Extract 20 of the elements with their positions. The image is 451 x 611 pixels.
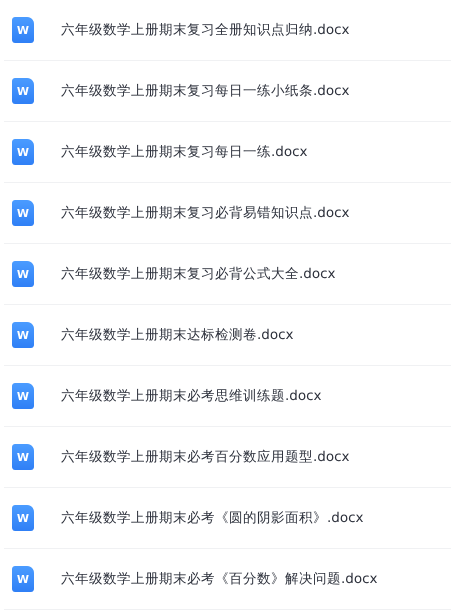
file-name[interactable]: 六年级数学上册期末必考思维训练题.docx <box>61 387 322 405</box>
file-name[interactable]: 六年级数学上册期末复习每日一练小纸条.docx <box>61 82 350 100</box>
word-file-icon: W <box>12 17 34 43</box>
word-file-icon: W <box>12 139 34 165</box>
word-file-icon: W <box>12 566 34 592</box>
word-file-icon: W <box>12 322 34 348</box>
file-name[interactable]: 六年级数学上册期末必考百分数应用题型.docx <box>61 448 350 466</box>
word-file-icon: W <box>12 200 34 226</box>
file-name[interactable]: 六年级数学上册期末达标检测卷.docx <box>61 326 294 344</box>
file-name[interactable]: 六年级数学上册期末复习必背公式大全.docx <box>61 265 336 283</box>
word-file-icon: W <box>12 505 34 531</box>
file-name[interactable]: 六年级数学上册期末复习每日一练.docx <box>61 143 308 161</box>
file-name[interactable]: 六年级数学上册期末必考《百分数》解决问题.docx <box>61 570 378 588</box>
word-file-icon: W <box>12 444 34 470</box>
file-name[interactable]: 六年级数学上册期末必考《圆的阴影面积》.docx <box>61 509 364 527</box>
file-name[interactable]: 六年级数学上册期末复习全册知识点归纳.docx <box>61 21 350 39</box>
word-file-icon: W <box>12 261 34 287</box>
word-file-icon: W <box>12 78 34 104</box>
word-file-icon: W <box>12 383 34 409</box>
file-name[interactable]: 六年级数学上册期末复习必背易错知识点.docx <box>61 204 350 222</box>
